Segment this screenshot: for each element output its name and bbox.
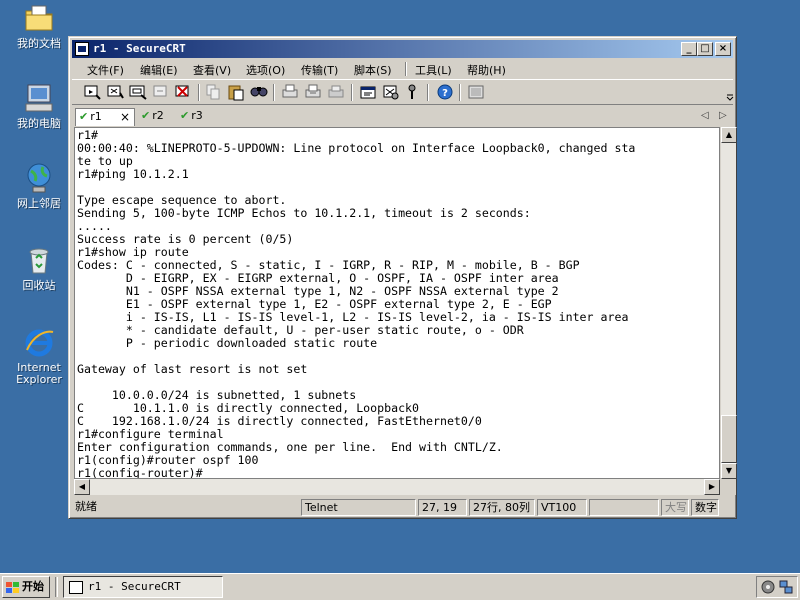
status-ready: 就绪	[75, 500, 97, 513]
window-title: r1 - SecureCRT	[93, 42, 186, 55]
toolbar-separator	[273, 84, 275, 101]
scroll-down-icon[interactable]: ▼	[721, 463, 737, 479]
menu-options[interactable]: 选项(O)	[246, 62, 285, 78]
scroll-thumb[interactable]	[721, 415, 737, 463]
tab-r2[interactable]: ✔ r2	[138, 108, 176, 126]
connected-check-icon: ✔	[79, 110, 89, 123]
maximize-button[interactable]: □	[697, 42, 713, 56]
minimize-button[interactable]: _	[681, 42, 697, 56]
connect-icon[interactable]	[82, 83, 102, 101]
print-selection-icon[interactable]	[303, 83, 323, 101]
about-icon[interactable]	[466, 83, 486, 101]
toolbar: ?	[72, 79, 734, 105]
horizontal-scrollbar[interactable]: ◀ ▶	[74, 479, 720, 495]
connected-check-icon: ✔	[141, 109, 151, 122]
desktop-icon-label: 我的电脑	[17, 117, 61, 130]
menu-transfer[interactable]: 传输(T)	[301, 62, 338, 78]
help-icon[interactable]: ?	[435, 83, 455, 101]
folder-documents-icon	[23, 2, 55, 34]
windows-flag-icon	[6, 581, 19, 593]
taskbar-task-label: r1 - SecureCRT	[88, 580, 181, 593]
desktop-icon-my-documents[interactable]: 我的文档	[0, 2, 78, 50]
tray-volume-icon[interactable]	[761, 580, 775, 597]
copy-icon[interactable]	[203, 83, 223, 101]
scrollbar-corner	[720, 479, 736, 495]
toolbar-separator	[459, 84, 461, 101]
desktop-icon-label: 回收站	[22, 279, 56, 292]
desktop-icon-label: 我的文档	[17, 37, 61, 50]
menu-view[interactable]: 查看(V)	[193, 62, 231, 78]
menu-script[interactable]: 脚本(S)	[354, 62, 392, 78]
tab-close-icon[interactable]: ×	[120, 109, 130, 125]
toolbar-separator	[351, 84, 353, 101]
securecrt-task-icon	[69, 581, 83, 594]
status-num: 数字	[691, 499, 719, 516]
quick-connect-icon[interactable]	[105, 83, 125, 101]
computer-icon	[23, 82, 55, 114]
network-icon	[23, 162, 55, 194]
close-button[interactable]: ×	[715, 42, 731, 56]
status-emulation: VT100	[537, 499, 587, 516]
taskbar: 开始 r1 - SecureCRT	[0, 573, 800, 600]
status-rows-cols: 27行, 80列	[469, 499, 535, 516]
global-options-icon[interactable]	[381, 83, 401, 101]
tab-label: r2	[152, 109, 164, 122]
taskbar-securecrt-button[interactable]: r1 - SecureCRT	[63, 576, 223, 598]
system-tray	[756, 576, 798, 598]
print-setup-icon[interactable]	[280, 83, 300, 101]
find-icon[interactable]	[249, 83, 269, 101]
connect-in-tab-icon[interactable]	[128, 83, 148, 101]
tray-network-icon[interactable]	[779, 580, 793, 597]
securecrt-window: r1 - SecureCRT _ □ × 文件(F) 编辑(E) 查看(V) 选…	[68, 36, 737, 519]
tab-next-icon[interactable]: ▷	[719, 110, 727, 121]
scroll-right-icon[interactable]: ▶	[704, 479, 720, 495]
desktop-icon-label: 网上邻居	[17, 197, 61, 210]
tab-label: r1	[90, 110, 102, 123]
status-cursor-position: 27, 19	[418, 499, 467, 516]
taskbar-separator	[55, 577, 58, 597]
status-protocol: Telnet	[301, 499, 416, 516]
recycle-bin-icon	[23, 244, 55, 276]
desktop-icon-internet-explorer[interactable]: Internet Explorer	[0, 326, 78, 386]
scroll-up-icon[interactable]: ▲	[721, 127, 737, 143]
status-caps: 大写	[661, 499, 689, 516]
toolbar-chevron-icon[interactable]	[720, 83, 734, 101]
scroll-left-icon[interactable]: ◀	[74, 479, 90, 495]
menu-help[interactable]: 帮助(H)	[467, 62, 506, 78]
session-tab-bar: ✔ r1 × ✔ r2 ✔ r3 ◁ ▷	[72, 107, 733, 127]
securecrt-app-icon[interactable]	[75, 42, 89, 56]
menu-tools[interactable]: 工具(L)	[415, 62, 452, 78]
vertical-scrollbar[interactable]: ▲ ▼	[720, 127, 737, 479]
desktop-icon-network[interactable]: 网上邻居	[0, 162, 78, 210]
desktop-icon-my-computer[interactable]: 我的电脑	[0, 82, 78, 130]
terminal-text: r1# 00:00:40: %LINEPROTO-5-UPDOWN: Line …	[77, 128, 636, 479]
internet-explorer-icon	[23, 326, 55, 358]
desktop-icon-recycle-bin[interactable]: 回收站	[0, 244, 78, 292]
toolbar-separator	[427, 84, 429, 101]
desktop-icon-label: Internet Explorer	[16, 361, 62, 386]
terminal-output[interactable]: r1# 00:00:40: %LINEPROTO-5-UPDOWN: Line …	[74, 127, 720, 479]
status-bar: 就绪 Telnet 27, 19 27行, 80列 VT100 大写 数字	[72, 498, 733, 517]
print-icon[interactable]	[326, 83, 346, 101]
start-label: 开始	[22, 580, 44, 593]
tab-label: r3	[191, 109, 203, 122]
menu-bar: 文件(F) 编辑(E) 查看(V) 选项(O) 传输(T) 脚本(S) 工具(L…	[72, 59, 733, 78]
keymap-icon[interactable]	[402, 83, 422, 101]
start-button[interactable]: 开始	[2, 576, 50, 598]
connected-check-icon: ✔	[180, 109, 190, 122]
menu-file[interactable]: 文件(F)	[87, 62, 124, 78]
title-bar[interactable]: r1 - SecureCRT _ □ ×	[72, 40, 733, 58]
toolbar-separator	[198, 84, 200, 101]
reconnect-icon[interactable]	[151, 83, 171, 101]
disconnect-icon[interactable]	[173, 83, 193, 101]
tab-prev-icon[interactable]: ◁	[701, 110, 709, 121]
tab-r3[interactable]: ✔ r3	[177, 108, 215, 126]
paste-icon[interactable]	[226, 83, 246, 101]
svg-text:?: ?	[442, 88, 448, 99]
menu-separator	[405, 62, 407, 76]
status-blank	[589, 499, 659, 516]
tab-r1[interactable]: ✔ r1 ×	[75, 108, 135, 126]
menu-edit[interactable]: 编辑(E)	[140, 62, 178, 78]
session-options-icon[interactable]	[358, 83, 378, 101]
